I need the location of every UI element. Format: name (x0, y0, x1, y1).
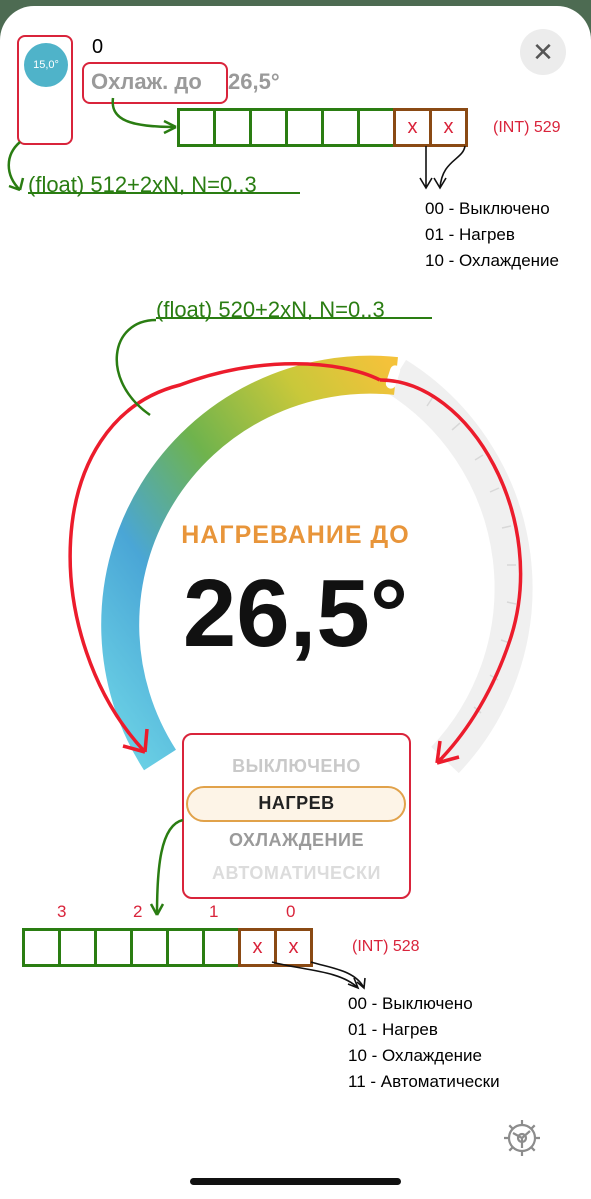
annotation-arrow-dial (115, 318, 157, 417)
legend-arrow-top (419, 146, 433, 190)
legend-arrow-bottom (271, 961, 360, 990)
dial-arc[interactable] (101, 355, 398, 771)
annotation-arrow-modes (155, 818, 184, 916)
dial-track (385, 359, 533, 774)
legend-arrow-top (433, 145, 466, 190)
dial-graphics (7, 97, 533, 990)
annotation-arrow-avatar (7, 141, 21, 191)
